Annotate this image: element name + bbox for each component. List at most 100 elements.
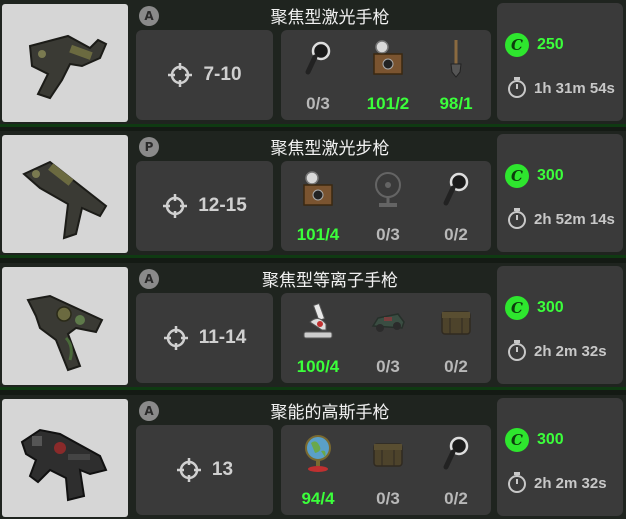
caps-cost: C 250 bbox=[505, 33, 564, 57]
stopwatch-icon bbox=[508, 340, 526, 361]
camera-icon bbox=[370, 38, 406, 78]
ammo-box-icon bbox=[370, 433, 406, 473]
plasma-pistol-icon bbox=[26, 294, 104, 372]
components-panel: 94/4 0/3 0/2 bbox=[281, 425, 491, 515]
damage-panel: 7-10 bbox=[136, 30, 273, 120]
caps-cost: C 300 bbox=[505, 164, 564, 188]
magnifying-lens-icon bbox=[438, 433, 474, 473]
component-slot[interactable]: 0/2 bbox=[421, 293, 491, 383]
type-badge: A bbox=[139, 6, 159, 26]
recipe-row[interactable]: A 聚能的高斯手枪 13 94/4 0/3 0/2 C 300 2h 2m 32… bbox=[0, 395, 626, 519]
craft-time: 2h 2m 32s bbox=[507, 472, 607, 494]
recipe-row[interactable]: P 聚焦型激光步枪 12-15 101/4 0/3 0/2 C 300 2h 5… bbox=[0, 131, 626, 258]
bottle-cap-icon: C bbox=[505, 296, 529, 320]
weapon-name: 聚焦型等离子手枪 bbox=[262, 271, 398, 291]
caps-value: 300 bbox=[537, 431, 564, 448]
stopwatch-icon bbox=[508, 208, 526, 229]
type-badge: A bbox=[139, 269, 159, 289]
component-slot[interactable]: 0/2 bbox=[421, 161, 491, 251]
stopwatch-icon bbox=[508, 77, 526, 98]
caps-cost: C 300 bbox=[505, 296, 564, 320]
cost-panel: C 300 2h 2m 32s bbox=[497, 266, 623, 384]
type-badge: P bbox=[139, 137, 159, 157]
bottle-cap-icon: C bbox=[505, 428, 529, 452]
craft-time: 2h 2m 32s bbox=[507, 340, 607, 362]
cost-panel: C 250 1h 31m 54s bbox=[497, 3, 623, 121]
caps-value: 250 bbox=[537, 36, 564, 53]
damage-value: 12-15 bbox=[198, 195, 247, 216]
damage-value: 11-14 bbox=[198, 327, 247, 348]
weapon-name: 聚焦型激光步枪 bbox=[270, 139, 390, 159]
bottle-cap-icon: C bbox=[505, 33, 529, 57]
globe-icon bbox=[300, 433, 336, 473]
component-slot[interactable]: 0/3 bbox=[353, 293, 423, 383]
time-value: 2h 52m 14s bbox=[534, 210, 615, 228]
shovel-icon bbox=[438, 38, 474, 78]
caps-value: 300 bbox=[537, 167, 564, 184]
caps-value: 300 bbox=[537, 299, 564, 316]
component-count: 0/3 bbox=[376, 225, 400, 244]
time-value: 2h 2m 32s bbox=[534, 474, 607, 492]
laser-rifle-icon bbox=[22, 160, 108, 240]
cost-panel: C 300 2h 52m 14s bbox=[497, 134, 623, 252]
component-slot[interactable]: 94/4 bbox=[283, 425, 353, 515]
damage-value: 7-10 bbox=[203, 64, 242, 85]
bottle-cap-icon: C bbox=[505, 164, 529, 188]
damage-value: 13 bbox=[211, 459, 234, 480]
component-count: 100/4 bbox=[296, 357, 340, 376]
component-slot[interactable]: 100/4 bbox=[283, 293, 353, 383]
component-count: 101/2 bbox=[366, 94, 410, 113]
magnifying-lens-icon bbox=[438, 169, 474, 209]
component-slot[interactable]: 101/4 bbox=[283, 161, 353, 251]
time-value: 2h 2m 32s bbox=[534, 342, 607, 360]
component-count: 0/3 bbox=[376, 357, 400, 376]
component-slot[interactable]: 0/3 bbox=[353, 161, 423, 251]
desk-fan-icon bbox=[370, 169, 406, 209]
component-count: 0/2 bbox=[444, 225, 468, 244]
weapon-image[interactable] bbox=[2, 399, 128, 517]
components-panel: 101/4 0/3 0/2 bbox=[281, 161, 491, 251]
component-count: 0/2 bbox=[444, 357, 468, 376]
recipe-row[interactable]: A 聚焦型等离子手枪 11-14 100/4 0/3 0/2 C 300 2h … bbox=[0, 263, 626, 390]
cost-panel: C 300 2h 2m 32s bbox=[497, 398, 623, 516]
components-panel: 0/3 101/2 98/1 bbox=[281, 30, 491, 120]
crosshair-icon bbox=[176, 458, 201, 482]
gauss-pistol-icon bbox=[20, 428, 108, 502]
time-value: 1h 31m 54s bbox=[534, 79, 615, 97]
recipe-row[interactable]: A 聚焦型激光手枪 7-10 0/3 101/2 98/1 C 250 1h 3… bbox=[0, 0, 626, 127]
damage-panel: 11-14 bbox=[136, 293, 273, 383]
component-count: 98/1 bbox=[439, 94, 473, 113]
component-count: 0/3 bbox=[306, 94, 330, 113]
camera-icon bbox=[300, 169, 336, 209]
damage-panel: 12-15 bbox=[136, 161, 273, 251]
caps-cost: C 300 bbox=[505, 428, 564, 452]
stopwatch-icon bbox=[508, 472, 526, 493]
component-count: 94/4 bbox=[301, 489, 335, 508]
weapon-name: 聚能的高斯手枪 bbox=[270, 403, 390, 423]
component-slot[interactable]: 0/3 bbox=[353, 425, 423, 515]
component-count: 0/2 bbox=[444, 489, 468, 508]
crosshair-icon bbox=[163, 194, 188, 218]
crosshair-icon bbox=[168, 63, 193, 87]
type-badge: A bbox=[139, 401, 159, 421]
magnifying-lens-icon bbox=[300, 38, 336, 78]
craft-time: 1h 31m 54s bbox=[507, 77, 615, 99]
laser-pistol-icon bbox=[28, 34, 108, 100]
damage-panel: 13 bbox=[136, 425, 273, 515]
craft-time: 2h 52m 14s bbox=[507, 208, 615, 230]
component-slot[interactable]: 98/1 bbox=[421, 30, 491, 120]
weapon-image[interactable] bbox=[2, 267, 128, 385]
ammo-box-icon bbox=[438, 301, 474, 341]
components-panel: 100/4 0/3 0/2 bbox=[281, 293, 491, 383]
component-count: 101/4 bbox=[296, 225, 340, 244]
microscope-icon bbox=[300, 301, 336, 341]
component-slot[interactable]: 0/2 bbox=[421, 425, 491, 515]
weapon-image[interactable] bbox=[2, 4, 128, 122]
toy-car-icon bbox=[370, 301, 406, 341]
weapon-image[interactable] bbox=[2, 135, 128, 253]
component-slot[interactable]: 0/3 bbox=[283, 30, 353, 120]
weapon-name: 聚焦型激光手枪 bbox=[270, 8, 390, 28]
component-slot[interactable]: 101/2 bbox=[353, 30, 423, 120]
crosshair-icon bbox=[163, 326, 188, 350]
component-count: 0/3 bbox=[376, 489, 400, 508]
